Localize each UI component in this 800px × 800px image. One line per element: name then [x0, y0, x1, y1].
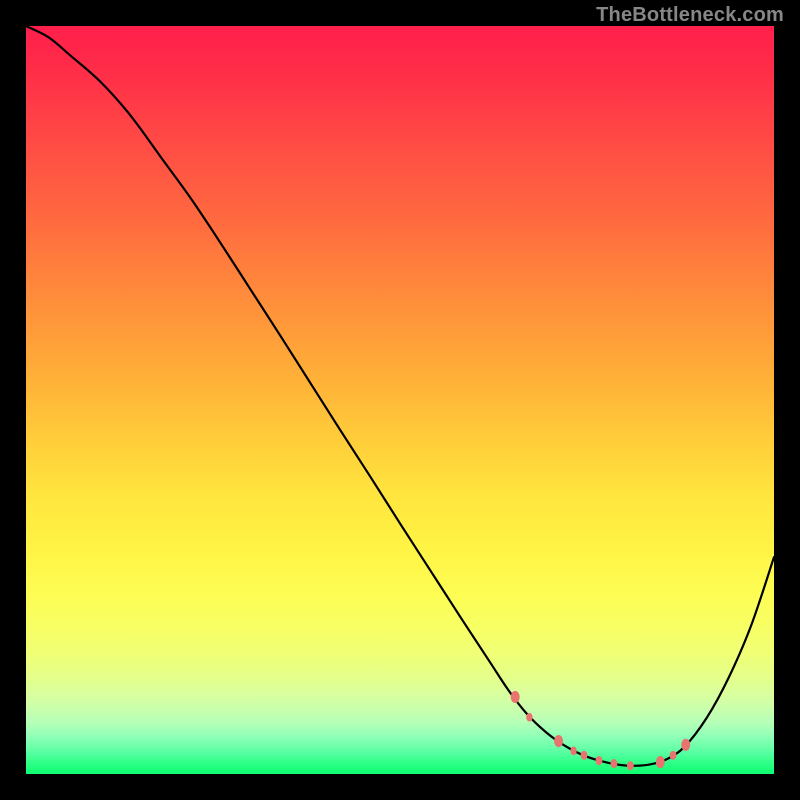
curve-marker [570, 746, 576, 755]
curve-marker [670, 751, 677, 760]
curve-marker [526, 713, 532, 722]
watermark: TheBottleneck.com [596, 4, 784, 27]
curve-marker [627, 761, 634, 770]
curve-marker [681, 739, 690, 751]
curve-marker [596, 756, 603, 765]
curve-marker [656, 756, 665, 768]
curve-markers [511, 691, 691, 770]
bottleneck-curve [26, 26, 774, 766]
chart-plot-area [26, 26, 774, 774]
chart-stage: TheBottleneck.com [0, 0, 800, 800]
curve-marker [581, 751, 588, 760]
chart-curve-layer [26, 26, 774, 774]
curve-marker [511, 691, 520, 703]
curve-marker [611, 759, 618, 768]
curve-marker [554, 735, 563, 747]
